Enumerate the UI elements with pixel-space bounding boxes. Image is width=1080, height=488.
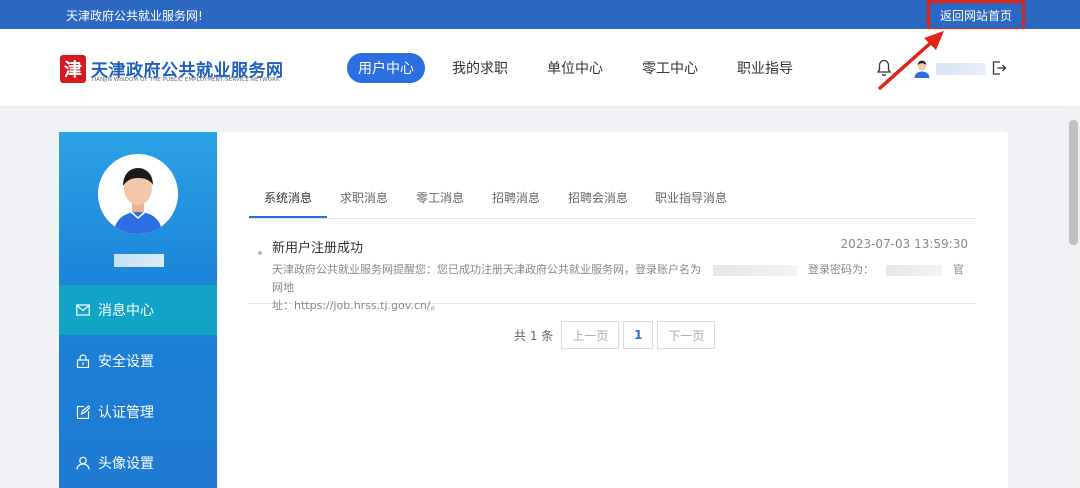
message-tabs: 系统消息 求职消息 零工消息 招聘消息 招聘会消息 职业指导消息 <box>249 179 976 219</box>
sidebar-item-messages[interactable]: 消息中心 <box>59 285 217 335</box>
tab-career-guidance[interactable]: 职业指导消息 <box>655 179 727 218</box>
logout-icon[interactable] <box>991 60 1007 76</box>
prev-page-button[interactable]: 上一页 <box>561 321 620 349</box>
user-sidebar: 消息中心 安全设置 认证管理 头像设置 <box>59 132 217 488</box>
message-title: 新用户注册成功 <box>272 241 364 256</box>
sidebar-item-avatar-settings[interactable]: 头像设置 <box>59 438 217 488</box>
nav-my-jobs[interactable]: 我的求职 <box>445 53 515 83</box>
nav-gig-center[interactable]: 零工中心 <box>635 53 705 83</box>
profile-name-redacted <box>114 254 164 267</box>
message-text: 天津政府公共就业服务网提醒您：您已成功注册天津政府公共就业服务网，登录账户名为 <box>272 263 701 276</box>
list-item[interactable]: 新用户注册成功 2023-07-03 13:59:30 天津政府公共就业服务网提… <box>249 232 976 312</box>
sidebar-item-label: 认证管理 <box>98 405 154 421</box>
profile-avatar-icon <box>98 154 178 234</box>
lock-icon <box>76 354 90 368</box>
sidebar-item-verification[interactable]: 认证管理 <box>59 387 217 437</box>
message-text: 登录密码为： <box>808 263 874 276</box>
top-bar: 天津政府公共就业服务网! 返回网站首页 <box>0 0 1080 31</box>
total-count: 共 1 条 <box>514 328 554 343</box>
unread-dot <box>258 251 262 255</box>
profile-avatar <box>98 154 178 234</box>
message-time: 2023-07-03 13:59:30 <box>840 237 968 251</box>
mail-icon <box>76 304 90 316</box>
sidebar-item-label: 消息中心 <box>98 303 154 319</box>
edit-icon <box>76 405 90 419</box>
message-body: 天津政府公共就业服务网提醒您：您已成功注册天津政府公共就业服务网，登录账户名为 … <box>272 261 972 315</box>
nav-career-guidance[interactable]: 职业指导 <box>730 53 800 83</box>
welcome-text: 天津政府公共就业服务网! <box>66 9 203 23</box>
tab-job-search[interactable]: 求职消息 <box>340 179 388 218</box>
sidebar-item-security[interactable]: 安全设置 <box>59 336 217 386</box>
user-icon <box>76 456 90 470</box>
sidebar-item-label: 头像设置 <box>98 456 154 472</box>
message-panel: 系统消息 求职消息 零工消息 招聘消息 招聘会消息 职业指导消息 新用户注册成功… <box>218 132 1008 488</box>
next-page-button[interactable]: 下一页 <box>657 321 716 349</box>
annotation-arrow-icon <box>878 31 944 90</box>
return-home-link[interactable]: 返回网站首页 <box>927 0 1025 31</box>
password-redacted <box>885 264 942 276</box>
tab-recruitment[interactable]: 招聘消息 <box>492 179 540 218</box>
tab-system[interactable]: 系统消息 <box>249 179 328 218</box>
scrollbar-thumb[interactable] <box>1069 120 1078 245</box>
pagination: 共 1 条 上一页 1 下一页 <box>514 321 716 349</box>
site-logo-icon[interactable]: 津 <box>60 55 86 83</box>
tab-job-fair[interactable]: 招聘会消息 <box>568 179 628 218</box>
site-subtitle: TIANJIN WISDOM OF THE PUBLIC EMPLOYMENT … <box>91 77 280 83</box>
account-redacted <box>712 264 797 276</box>
tab-gig[interactable]: 零工消息 <box>416 179 464 218</box>
nav-user-center[interactable]: 用户中心 <box>347 53 425 83</box>
nav-employer-center[interactable]: 单位中心 <box>540 53 610 83</box>
message-text: 址：https://job.hrss.tj.gov.cn/。 <box>272 299 442 312</box>
sidebar-item-label: 安全设置 <box>98 354 154 370</box>
page-number-button[interactable]: 1 <box>623 321 654 349</box>
